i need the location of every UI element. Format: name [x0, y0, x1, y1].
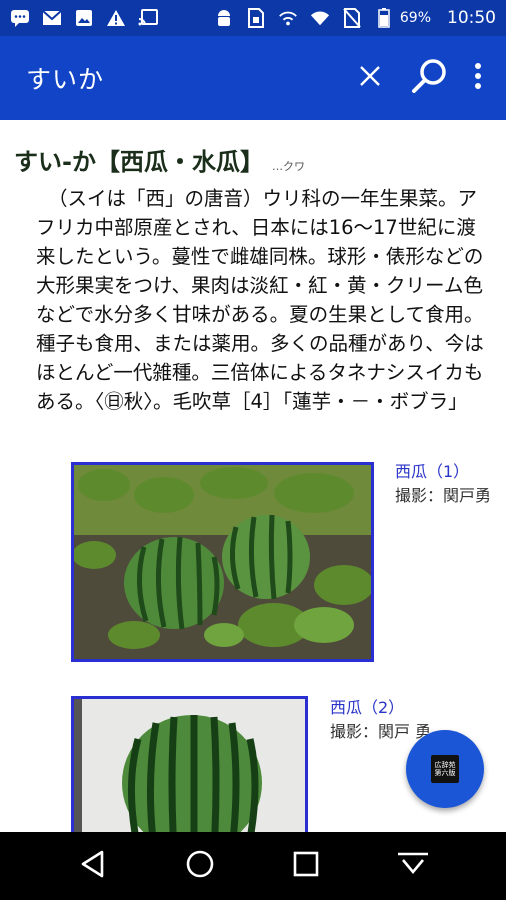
figure-credit-1: 撮影：関戸勇 — [395, 486, 492, 505]
warning-icon — [106, 8, 126, 28]
wifi-icon — [310, 8, 330, 28]
fab-label-line2: 第六版 — [434, 769, 456, 777]
battery-percent: 69% — [399, 10, 431, 26]
chat-icon — [10, 8, 30, 28]
figure-image-2[interactable] — [71, 696, 308, 832]
headword: すい-か【西瓜・水瓜】 — [14, 148, 264, 176]
search-query[interactable]: すいか — [26, 60, 332, 96]
sim-icon — [246, 8, 266, 28]
dictionary-switch-fab[interactable]: 広辞苑 第六版 — [406, 730, 484, 808]
navigation-bar — [0, 832, 506, 900]
more-vert-icon — [474, 63, 482, 93]
reading: …クワ — [271, 160, 305, 173]
hide-keyboard-button[interactable] — [388, 841, 438, 891]
back-icon — [80, 850, 106, 882]
clear-button[interactable] — [348, 56, 392, 100]
figure-title-2[interactable]: 西瓜（2） — [330, 696, 450, 720]
dictionary-book-icon: 広辞苑 第六版 — [431, 755, 459, 783]
home-button[interactable] — [175, 841, 225, 891]
status-bar: 69% 10:50 — [0, 0, 506, 36]
app-bar: すいか — [0, 36, 506, 120]
close-icon — [359, 65, 381, 91]
no-sim-icon — [342, 8, 362, 28]
recents-button[interactable] — [281, 841, 331, 891]
definition-text: （スイは「西」の唐音）ウリ科の一年生果菜。アフリカ中部原産とされ、日本には16〜… — [36, 187, 484, 413]
recents-icon — [293, 851, 319, 881]
home-icon — [185, 849, 215, 883]
overflow-menu-button[interactable] — [466, 56, 490, 100]
dictionary-entry[interactable]: すい-か【西瓜・水瓜】 …クワ （スイは「西」の唐音）ウリ科の一年生果菜。アフリ… — [0, 120, 506, 832]
figure-image-1[interactable] — [71, 462, 374, 662]
figure-title-1[interactable]: 西瓜（1） — [395, 460, 495, 484]
search-button[interactable] — [408, 56, 452, 100]
keyboard-hide-icon — [396, 851, 430, 881]
cast-icon — [138, 8, 158, 28]
battery-icon — [374, 8, 394, 28]
fab-label-line1: 広辞苑 — [434, 761, 456, 769]
figure-credit-2: 撮影：関戸 勇 — [330, 722, 432, 741]
back-button[interactable] — [68, 841, 118, 891]
headword-row: すい-か【西瓜・水瓜】 …クワ — [14, 142, 305, 177]
figure-caption-1: 西瓜（1） 撮影：関戸勇 — [395, 460, 495, 508]
search-icon — [411, 57, 449, 99]
clock: 10:50 — [447, 8, 496, 28]
image-icon — [74, 8, 94, 28]
gmail-icon — [42, 8, 62, 28]
wifi-calling-icon — [278, 8, 298, 28]
android-icon — [214, 8, 234, 28]
